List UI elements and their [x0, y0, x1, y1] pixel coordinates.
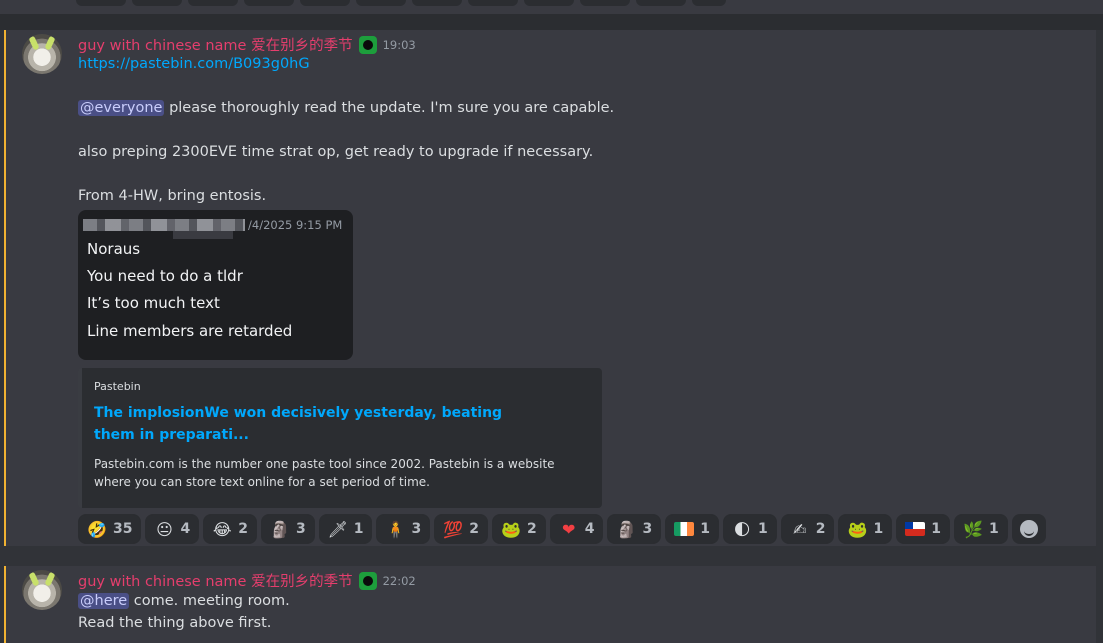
- rofl-emoji-icon: 🤣: [87, 519, 107, 539]
- message-line-3: From 4-HW, bring entosis.: [78, 188, 267, 204]
- reaction-count: 1: [873, 521, 884, 537]
- custom-face-emoji-icon: 🗿: [270, 519, 290, 539]
- hundred-emoji-icon: 💯: [443, 519, 464, 539]
- custom-black-yellow-emoji-icon: 🌓: [733, 519, 751, 539]
- reaction-custom-person[interactable]: 🧍 3: [376, 514, 431, 544]
- reaction-custom-black-yellow[interactable]: 🌓 1: [722, 514, 777, 544]
- quoted-screenshot[interactable]: /4/2025 9:15 PM Noraus You need to do a …: [78, 210, 353, 360]
- chile-flag-emoji-icon: [905, 519, 926, 539]
- reaction-rofl[interactable]: 🤣 35: [78, 514, 142, 544]
- message-text: come. meeting room.: [133, 593, 290, 609]
- message-line-2: also preping 2300EVE time strat op, get …: [78, 144, 594, 160]
- reaction-custom-sword[interactable]: 🗡 1: [318, 514, 373, 544]
- embed-title-link[interactable]: The implosionWe won decisively yesterday…: [94, 402, 534, 446]
- custom-meme-emoji-icon: 😐: [156, 519, 173, 539]
- alien-badge-icon[interactable]: [358, 35, 377, 54]
- quote-line: You need to do a tldr: [87, 267, 243, 285]
- message-line-1: @here come. meeting room.: [78, 593, 290, 609]
- reaction-custom-plant[interactable]: 🌿 1: [953, 514, 1008, 544]
- reaction-count: 2: [815, 521, 826, 537]
- mention-here[interactable]: @here: [78, 593, 130, 609]
- custom-plant-emoji-icon: 🌿: [963, 519, 983, 539]
- reaction-pepe[interactable]: 🐸 1: [838, 514, 893, 544]
- message-text: please thoroughly read the update. I'm s…: [169, 100, 615, 116]
- reaction-red-heart[interactable]: ❤ 4: [549, 514, 604, 544]
- ireland-flag-emoji-icon: [674, 519, 695, 539]
- link-embed: Pastebin The implosionWe won decisively …: [78, 368, 602, 508]
- message-highlighted[interactable]: guy with chinese name 爱在别乡的季节 22:02 @her…: [4, 566, 1096, 643]
- reaction-count: 3: [295, 521, 306, 537]
- message-line-1: @everyone please thoroughly read the upd…: [78, 100, 614, 116]
- reaction-laughing[interactable]: 😂 2: [203, 514, 257, 544]
- reaction-count: 1: [700, 521, 710, 537]
- message-highlighted[interactable]: guy with chinese name 爱在别乡的季节 19:03 http…: [4, 30, 1096, 546]
- username[interactable]: guy with chinese name 爱在别乡的季节: [78, 34, 353, 55]
- reaction-ireland-flag[interactable]: 1: [665, 514, 719, 544]
- reaction-custom-meme[interactable]: 😐 4: [145, 514, 200, 544]
- custom-pepe-emoji-icon: 🐸: [501, 519, 521, 539]
- reactions-bar: 🤣 35 😐 4 😂 2 🗿 3 🗡 1 🧍 3 💯 2 🐸 2 ❤ 4 🗿 3 1 🌓 1 ✍ 2 🐸…: [78, 514, 1046, 544]
- reaction-count: 4: [584, 521, 595, 537]
- add-reaction-button[interactable]: [1011, 514, 1046, 544]
- custom-face2-emoji-icon: 🗿: [616, 519, 637, 539]
- quote-date: /4/2025 9:15 PM: [248, 218, 343, 232]
- message-header: guy with chinese name 爱在别乡的季节 22:02: [78, 570, 416, 591]
- reaction-count: 2: [238, 521, 248, 537]
- reaction-custom-face2[interactable]: 🗿 3: [607, 514, 662, 544]
- laughing-emoji-icon: 😂: [212, 519, 232, 539]
- message-header: guy with chinese name 爱在别乡的季节 19:03: [78, 34, 416, 55]
- pepe-emoji-icon: 🐸: [847, 519, 868, 539]
- username[interactable]: guy with chinese name 爱在别乡的季节: [78, 570, 353, 591]
- avatar[interactable]: [22, 34, 62, 74]
- quote-line: It’s too much text: [87, 294, 220, 312]
- reaction-custom-face[interactable]: 🗿 3: [260, 514, 315, 544]
- reaction-count: 3: [411, 521, 422, 537]
- reaction-count: 2: [526, 521, 537, 537]
- reaction-chile-flag[interactable]: 1: [896, 514, 950, 544]
- reaction-hundred[interactable]: 💯 2: [434, 514, 488, 544]
- red-heart-emoji-icon: ❤: [562, 519, 576, 539]
- pastebin-link[interactable]: https://pastebin.com/B093g0hG: [78, 56, 310, 72]
- reaction-count: 1: [757, 521, 768, 537]
- reaction-custom-sketch[interactable]: ✍ 2: [780, 514, 835, 544]
- reaction-count: 1: [988, 521, 999, 537]
- custom-person-emoji-icon: 🧍: [385, 519, 406, 539]
- reaction-custom-pepe[interactable]: 🐸 2: [491, 514, 546, 544]
- reaction-count: 1: [353, 521, 364, 537]
- add-reaction-icon: [1019, 520, 1038, 538]
- custom-sketch-emoji-icon: ✍: [793, 519, 807, 539]
- reaction-count: 2: [469, 521, 479, 537]
- avatar[interactable]: [22, 570, 62, 610]
- redacted-username: [83, 219, 245, 239]
- quote-line: Line members are retarded: [87, 322, 293, 340]
- custom-sword-emoji-icon: 🗡: [327, 519, 348, 539]
- alien-badge-icon[interactable]: [358, 571, 377, 590]
- reaction-count: 35: [113, 521, 133, 537]
- embed-description: Pastebin.com is the number one paste too…: [94, 457, 555, 489]
- message-line-2: Read the thing above first.: [78, 615, 272, 631]
- message-gap: [0, 546, 1103, 566]
- timestamp[interactable]: 19:03: [383, 38, 416, 52]
- reaction-count: 1: [931, 521, 941, 537]
- embed-provider: Pastebin: [94, 380, 141, 393]
- timestamp[interactable]: 22:02: [383, 574, 416, 588]
- mention-everyone[interactable]: @everyone: [78, 100, 165, 116]
- quote-line: Noraus: [87, 240, 141, 258]
- message-divider: [0, 14, 1103, 30]
- reaction-count: 4: [180, 521, 191, 537]
- reaction-count: 3: [642, 521, 653, 537]
